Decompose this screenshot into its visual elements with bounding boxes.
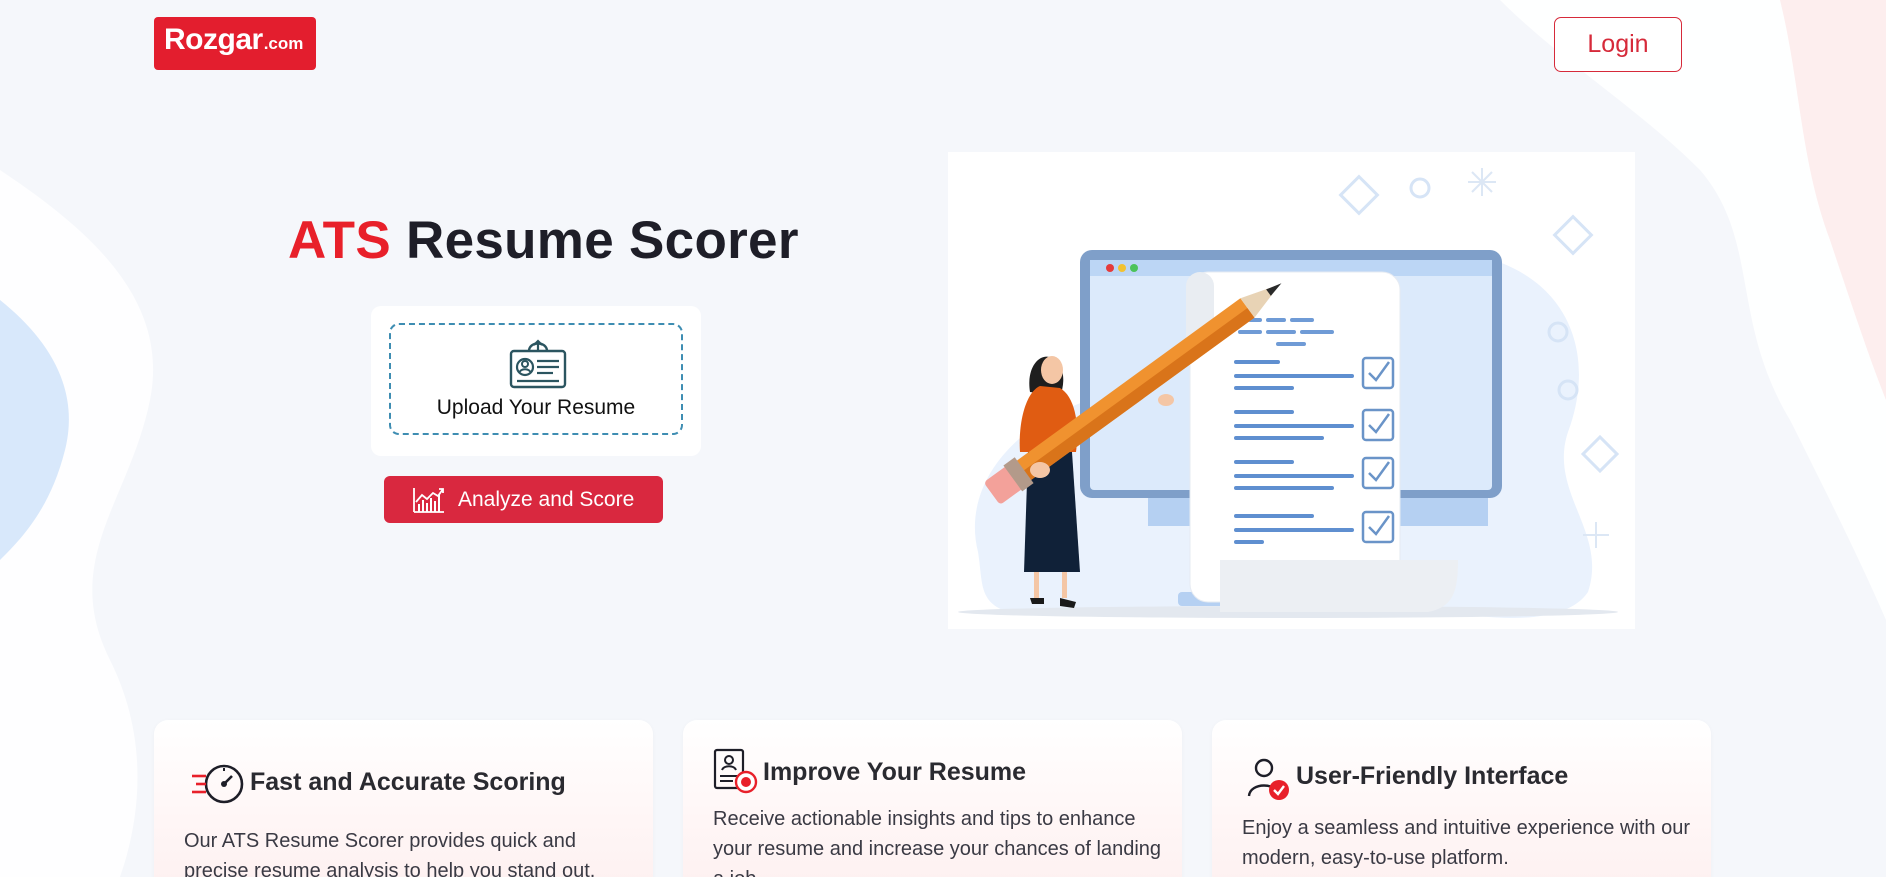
analyze-and-score-button[interactable]: Analyze and Score xyxy=(384,476,663,523)
speedometer-icon xyxy=(192,764,244,804)
upload-label: Upload Your Resume xyxy=(436,396,636,419)
header: Rozgar .com Login xyxy=(154,17,1682,72)
resume-badge-icon xyxy=(713,748,758,794)
feature-card-fast-scoring: Fast and Accurate Scoring Our ATS Resume… xyxy=(154,720,653,877)
feature-card-user-friendly: User-Friendly Interface Enjoy a seamless… xyxy=(1212,720,1711,877)
rozgar-logo[interactable]: Rozgar .com xyxy=(154,17,316,70)
logo-tld: .com xyxy=(263,34,304,53)
feature-description: Receive actionable insights and tips to … xyxy=(713,808,1162,877)
upload-resume-dropzone[interactable]: Upload Your Resume xyxy=(389,323,683,435)
feature-title: Fast and Accurate Scoring xyxy=(250,768,566,796)
title-rest: Resume Scorer xyxy=(390,211,799,270)
feature-title: User-Friendly Interface xyxy=(1296,762,1569,790)
page-title: ATS Resume Scorer xyxy=(288,210,799,271)
logo-brand: Rozgar xyxy=(164,23,263,56)
analyze-label: Analyze and Score xyxy=(458,487,635,511)
login-button[interactable]: Login xyxy=(1554,17,1682,72)
resume-checklist-illustration xyxy=(958,168,1620,618)
feature-card-improve-resume: Improve Your Resume Receive actionable i… xyxy=(683,720,1182,877)
upload-resume-icon xyxy=(509,339,567,389)
feature-description: Enjoy a seamless and intuitive experienc… xyxy=(1242,817,1691,869)
hero-illustration xyxy=(948,152,1635,629)
feature-title: Improve Your Resume xyxy=(763,758,1027,786)
title-accent: ATS xyxy=(288,211,391,270)
feature-description: Our ATS Resume Scorer provides quick and… xyxy=(184,830,596,877)
chart-growth-icon xyxy=(413,487,444,513)
upload-card: Upload Your Resume xyxy=(371,306,701,456)
user-check-icon xyxy=(1247,758,1289,800)
